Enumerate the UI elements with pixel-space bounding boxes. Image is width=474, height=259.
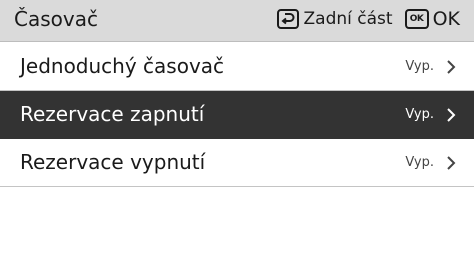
ok-button[interactable]: OK OK — [404, 5, 460, 33]
chevron-right-icon — [447, 60, 456, 74]
ok-key-icon: OK — [404, 9, 429, 29]
back-button[interactable]: Zadní část — [276, 5, 393, 33]
menu-item-label: Rezervace zapnutí — [20, 102, 205, 126]
chevron-right-icon — [447, 108, 456, 122]
header-bar: Časovač Zadní část OK OK — [0, 0, 474, 42]
header-nav: Zadní část OK OK — [276, 5, 460, 33]
chevron-right-icon — [447, 156, 456, 170]
menu-list: Jednoduchý časovač Vyp. Rezervace zapnut… — [0, 43, 474, 187]
page-title: Časovač — [14, 7, 98, 31]
menu-item-label: Rezervace vypnutí — [20, 150, 206, 174]
menu-item-power-off-reservation[interactable]: Rezervace vypnutí Vyp. — [0, 139, 474, 187]
menu-item-power-on-reservation[interactable]: Rezervace zapnutí Vyp. — [0, 91, 474, 139]
menu-item-value: Vyp. — [405, 59, 434, 74]
timer-screen: Časovač Zadní část OK OK Jednoduchý časo… — [0, 0, 474, 259]
menu-item-label: Jednoduchý časovač — [20, 54, 225, 78]
menu-item-value: Vyp. — [405, 155, 434, 170]
menu-item-simple-timer[interactable]: Jednoduchý časovač Vyp. — [0, 43, 474, 91]
menu-item-value: Vyp. — [405, 107, 434, 122]
back-label: Zadní část — [303, 9, 393, 29]
ok-label: OK — [432, 8, 460, 30]
back-arrow-icon — [276, 9, 299, 29]
